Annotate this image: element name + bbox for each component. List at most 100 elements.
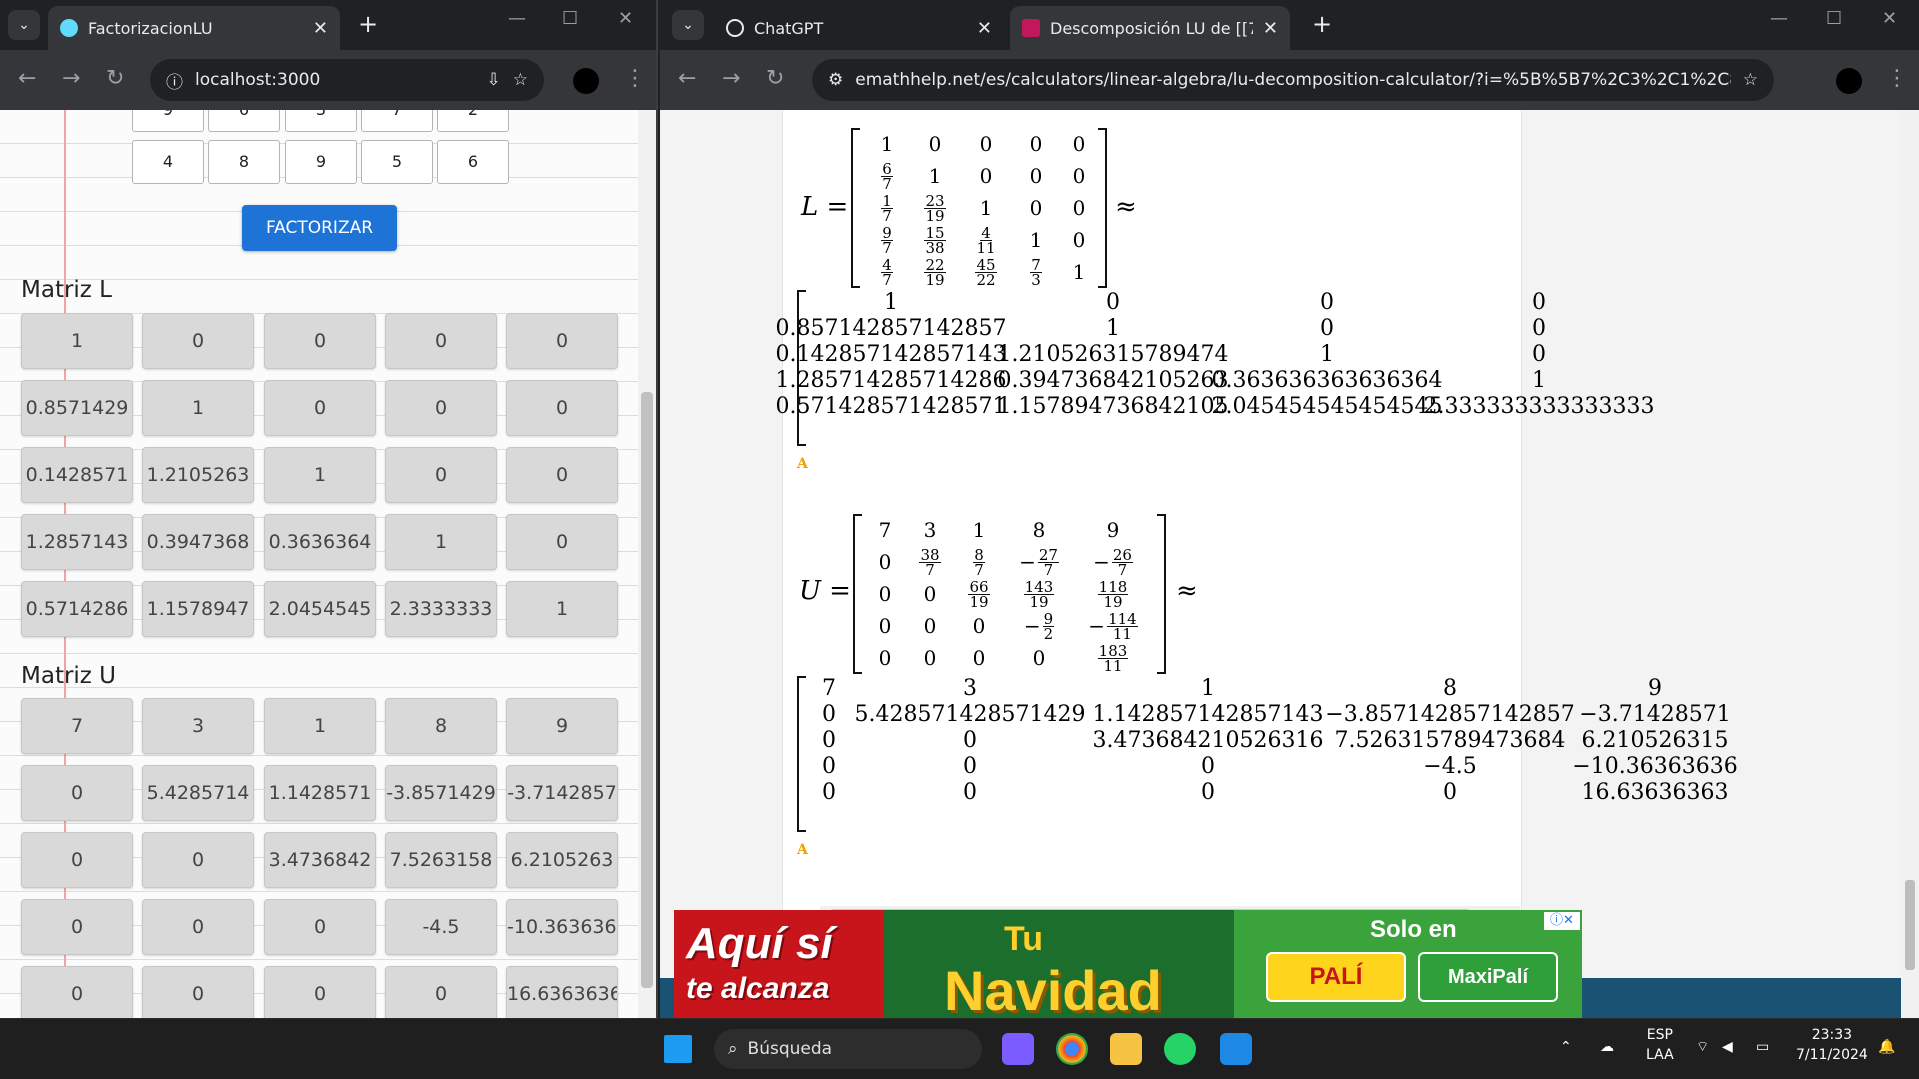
maximize-icon[interactable]: ☐ [562,8,578,29]
clock[interactable]: 23:33 7/11/2024 [1796,1025,1868,1065]
matrix-cell[interactable]: -4.5 [385,899,497,955]
menu-kebab-icon[interactable]: ⋮ [624,66,646,91]
input-cell[interactable]: 5 [361,140,433,184]
matrix-cell[interactable]: 0 [21,966,133,1018]
matrix-cell[interactable]: 0 [21,899,133,955]
matrix-cell[interactable]: 1 [142,380,254,436]
close-window-icon[interactable]: ✕ [1882,8,1897,29]
menu-kebab-icon[interactable]: ⋮ [1886,66,1908,91]
back-icon[interactable]: ← [18,66,36,91]
bookmark-star-icon[interactable]: ☆ [1743,70,1758,90]
minimize-icon[interactable]: — [1770,8,1788,29]
matrix-cell[interactable]: 6.2105263 [506,832,618,888]
input-cell[interactable]: 6 [208,110,280,132]
taskbar-search[interactable]: ⌕ Búsqueda [714,1029,982,1069]
back-icon[interactable]: ← [678,66,696,91]
vertical-scrollbar[interactable] [1901,110,1919,1018]
matrix-cell[interactable]: 9 [506,698,618,754]
scrollbar-thumb[interactable] [641,392,653,988]
close-tab-icon[interactable]: ✕ [1263,18,1278,39]
matrix-cell[interactable]: -3.8571429 [385,765,497,821]
input-cell[interactable]: 8 [208,140,280,184]
chrome-icon[interactable] [1056,1033,1088,1065]
matrix-cell[interactable]: 0 [264,380,376,436]
input-cell[interactable]: 9 [285,140,357,184]
windows-start-icon[interactable] [664,1035,692,1063]
matrix-cell[interactable]: -10.3636364 [506,899,618,955]
vertical-scrollbar[interactable] [638,110,656,1018]
site-info-icon[interactable]: ⓘ [166,68,183,93]
matrix-cell[interactable]: 0.8571429 [21,380,133,436]
maximize-icon[interactable]: ☐ [1826,8,1842,29]
matrix-cell[interactable]: 0 [264,313,376,369]
matrix-cell[interactable]: 0 [506,514,618,570]
matrix-cell[interactable]: 1 [385,514,497,570]
volume-icon[interactable]: ◀ [1722,1037,1733,1057]
matrix-cell[interactable]: 0 [385,966,497,1018]
matrix-cell[interactable]: 1 [21,313,133,369]
profile-avatar[interactable] [573,68,599,94]
matrix-cell[interactable]: 16.6363636 [506,966,618,1018]
matrix-cell[interactable]: 0 [21,765,133,821]
matrix-cell[interactable]: 0.3636364 [264,514,376,570]
install-app-icon[interactable]: ⇩ [487,70,501,90]
bookmark-star-icon[interactable]: ☆ [513,70,528,90]
matrix-cell[interactable]: 0 [21,832,133,888]
file-explorer-icon[interactable] [1110,1033,1142,1065]
ad-banner[interactable]: Aquí sí te alcanza Tu Navidad Solo en PA… [674,910,1582,1018]
site-settings-icon[interactable]: ⚙ [828,70,843,90]
matrix-cell[interactable]: 7.5263158 [385,832,497,888]
matrix-cell[interactable]: 0 [506,447,618,503]
address-bar[interactable]: ⚙ emathhelp.net/es/calculators/linear-al… [812,59,1774,101]
matrix-cell[interactable]: 8 [385,698,497,754]
matrix-cell[interactable]: 0 [142,966,254,1018]
new-tab-button[interactable]: + [358,10,378,38]
onedrive-icon[interactable]: ☁ [1600,1037,1614,1057]
matrix-cell[interactable]: 1 [506,581,618,637]
battery-icon[interactable]: ▭ [1756,1037,1769,1057]
matrix-cell[interactable]: 0.1428571 [21,447,133,503]
input-cell[interactable]: 4 [132,140,204,184]
matrix-cell[interactable]: 3 [142,698,254,754]
show-hidden-icons[interactable]: ⌃ [1560,1037,1572,1057]
minimize-icon[interactable]: — [508,8,526,29]
matrix-cell[interactable]: 2.3333333 [385,581,497,637]
forward-icon[interactable]: → [62,66,80,91]
matrix-cell[interactable]: 2.0454545 [264,581,376,637]
factorizar-button[interactable]: FACTORIZAR [242,205,397,251]
matrix-cell[interactable]: 0 [506,380,618,436]
matrix-cell[interactable]: 0 [264,966,376,1018]
language-indicator[interactable]: ESP LAA [1646,1025,1674,1065]
matrix-cell[interactable]: 0 [264,899,376,955]
matrix-cell[interactable]: 0 [385,380,497,436]
input-cell[interactable]: 7 [361,110,433,132]
close-tab-icon[interactable]: ✕ [313,18,328,39]
ad-close-icon[interactable]: ⓘ✕ [1544,912,1580,930]
forward-icon[interactable]: → [722,66,740,91]
vscode-icon[interactable] [1220,1033,1252,1065]
profile-avatar[interactable] [1836,68,1862,94]
whatsapp-icon[interactable] [1164,1033,1196,1065]
reload-icon[interactable]: ↻ [766,66,784,91]
matrix-cell[interactable]: 5.4285714 [142,765,254,821]
matrix-cell[interactable]: 1.1428571 [264,765,376,821]
tab-search-button[interactable]: ⌄ [8,10,40,40]
tab-chatgpt[interactable]: ChatGPT ✕ [714,6,1004,50]
address-bar[interactable]: ⓘ localhost:3000 ⇩ ☆ [150,59,544,101]
matrix-cell[interactable]: 0 [385,313,497,369]
matrix-cell[interactable]: 1.1578947 [142,581,254,637]
scrollbar-thumb[interactable] [1905,880,1915,970]
matrix-cell[interactable]: 0.3947368 [142,514,254,570]
matrix-cell[interactable]: 1 [264,698,376,754]
matrix-cell[interactable]: 0 [142,899,254,955]
matrix-cell[interactable]: 0.5714286 [21,581,133,637]
matrix-cell[interactable]: 0 [142,832,254,888]
input-cell[interactable]: 2 [437,110,509,132]
matrix-cell[interactable]: 0 [506,313,618,369]
reload-icon[interactable]: ↻ [106,66,124,91]
copilot-icon[interactable] [1002,1033,1034,1065]
matrix-cell[interactable]: 7 [21,698,133,754]
matrix-cell[interactable]: 3.4736842 [264,832,376,888]
matrix-cell[interactable]: 0 [385,447,497,503]
input-cell[interactable]: 6 [437,140,509,184]
